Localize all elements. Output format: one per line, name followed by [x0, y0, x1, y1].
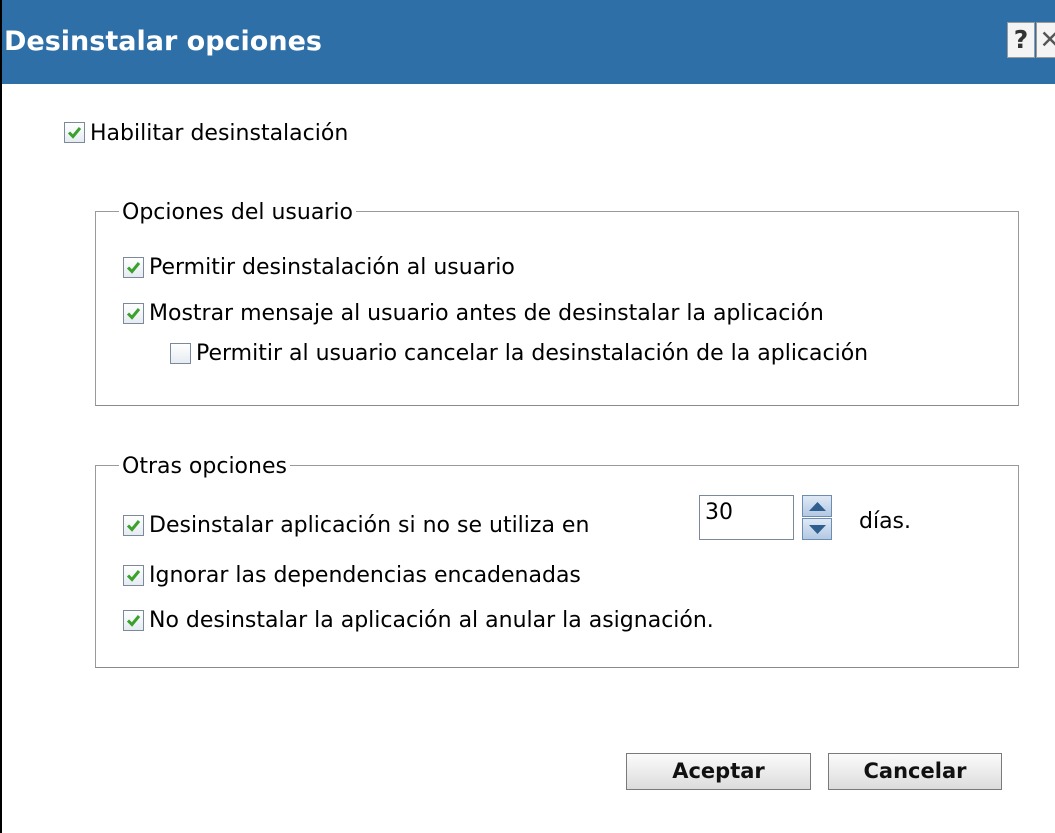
days-input[interactable]: 30 — [699, 495, 794, 540]
allow-cancel-label: Permitir al usuario cancelar la desinsta… — [196, 341, 869, 366]
checkmark-icon — [126, 615, 141, 627]
checkmark-icon — [126, 520, 141, 532]
allow-user-uninstall-checkbox[interactable] — [123, 257, 144, 278]
arrow-down-icon — [809, 525, 826, 534]
spin-up-button[interactable] — [802, 495, 832, 517]
show-message-checkbox[interactable] — [123, 303, 144, 324]
enable-uninstall-label: Habilitar desinstalación — [90, 121, 349, 146]
arrow-up-icon — [809, 502, 826, 511]
uninstall-unused-checkbox[interactable] — [123, 515, 144, 536]
no-uninstall-on-unassign-checkbox[interactable] — [123, 610, 144, 631]
checkmark-icon — [67, 127, 82, 139]
ok-button[interactable]: Aceptar — [626, 753, 811, 790]
user-options-legend: Opciones del usuario — [119, 200, 356, 225]
dialog-title: Desinstalar opciones — [4, 26, 322, 57]
checkmark-icon — [126, 308, 141, 320]
uninstall-options-dialog: Desinstalar opciones ? ✕ Habilitar desin… — [0, 0, 1055, 833]
close-icon[interactable]: ✕ — [1036, 22, 1055, 58]
allow-user-uninstall-label: Permitir desinstalación al usuario — [149, 255, 515, 280]
ignore-dependencies-label: Ignorar las dependencias encadenadas — [149, 563, 581, 588]
allow-cancel-checkbox[interactable] — [170, 343, 191, 364]
uninstall-unused-label: Desinstalar aplicación si no se utiliza … — [149, 513, 590, 538]
spin-down-button[interactable] — [802, 518, 832, 540]
days-unit-label: días. — [859, 509, 912, 534]
ignore-dependencies-checkbox[interactable] — [123, 565, 144, 586]
other-options-legend: Otras opciones — [119, 454, 290, 479]
checkmark-icon — [126, 570, 141, 582]
cancel-button[interactable]: Cancelar — [828, 753, 1002, 790]
checkmark-icon — [126, 262, 141, 274]
enable-uninstall-checkbox[interactable] — [64, 122, 85, 143]
title-bar: Desinstalar opciones ? ✕ — [2, 0, 1055, 84]
no-uninstall-on-unassign-label: No desinstalar la aplicación al anular l… — [149, 608, 714, 633]
show-message-label: Mostrar mensaje al usuario antes de desi… — [149, 301, 824, 326]
days-spinner[interactable] — [802, 495, 832, 540]
help-icon[interactable]: ? — [1007, 22, 1035, 58]
